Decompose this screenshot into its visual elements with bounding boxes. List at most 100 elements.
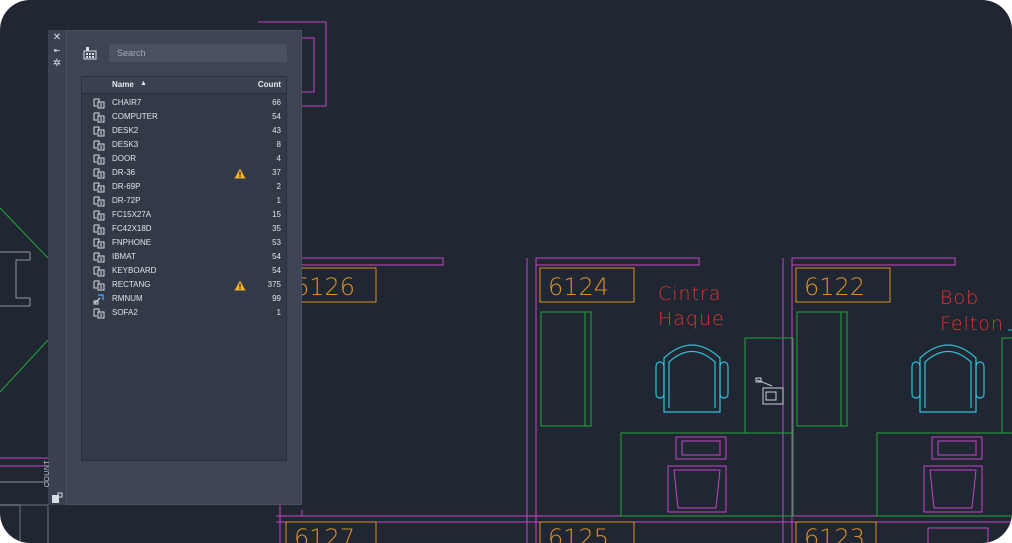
list-item-count: 54 <box>272 112 281 121</box>
palette-title-bar[interactable]: ✕ ⇤ ✲ COUNT <box>44 30 67 505</box>
list-item-count: 15 <box>272 210 281 219</box>
left-partial-walls <box>0 207 49 543</box>
room-walls <box>276 257 1012 543</box>
list-item[interactable]: SOFA2 1 <box>82 305 286 319</box>
block-icon <box>93 138 105 151</box>
column-header-name[interactable]: Name <box>112 80 134 89</box>
list-item-count: 1 <box>276 308 281 317</box>
gear-icon[interactable]: ✲ <box>50 58 64 70</box>
search-input[interactable] <box>109 44 287 62</box>
furniture-6124 <box>540 311 794 517</box>
list-item-name: COMPUTER <box>112 112 158 121</box>
list-item[interactable]: FC42X18D 35 <box>82 221 286 235</box>
warning-icon[interactable] <box>234 166 246 179</box>
phone-6124 <box>755 377 784 405</box>
list-item[interactable]: DR-72P 1 <box>82 193 286 207</box>
list-item-count: 4 <box>276 154 281 163</box>
list-item[interactable]: IBMAT 54 <box>82 249 286 263</box>
block-icon <box>93 306 105 319</box>
list-item[interactable]: DR-36 37 <box>82 165 286 179</box>
room-number-6126: 6126 <box>294 273 355 301</box>
list-item-name: IBMAT <box>112 252 136 261</box>
chair-6122 <box>911 344 985 413</box>
list-item-count: 35 <box>272 224 281 233</box>
attribute-block-icon <box>93 292 105 305</box>
list-item-name: FC15X27A <box>112 210 152 219</box>
list-item-name: DR-72P <box>112 196 141 205</box>
furniture-6122 <box>796 311 1012 517</box>
room-number-6127: 6127 <box>294 524 355 543</box>
list-item-count: 54 <box>272 252 281 261</box>
block-icon <box>93 166 105 179</box>
block-icon <box>93 250 105 263</box>
list-item-name: DR-36 <box>112 168 136 177</box>
close-icon[interactable]: ✕ <box>50 32 64 44</box>
count-palette: Name ▲ Count CHAIR766COMPUTER54DESK243DE… <box>66 30 302 505</box>
list-item-count: 43 <box>272 126 281 135</box>
room-number-6122: 6122 <box>804 273 865 301</box>
list-item-name: DESK3 <box>112 140 139 149</box>
warning-icon[interactable] <box>234 278 246 291</box>
list-item[interactable]: FC15X27A 15 <box>82 207 286 221</box>
room-number-6124: 6124 <box>548 273 609 301</box>
list-item-count: 375 <box>267 280 281 289</box>
occupant-last-name-felton: Felton <box>940 313 1004 335</box>
list-item[interactable]: COMPUTER 54 <box>82 109 286 123</box>
list-item-count: 8 <box>276 140 281 149</box>
sort-ascending-icon[interactable]: ▲ <box>140 80 147 87</box>
list-item-count: 2 <box>276 182 281 191</box>
occupant-last-name-haque: Haque <box>658 308 725 330</box>
list-item-name: RECTANG <box>112 280 151 289</box>
list-item-count: 99 <box>272 294 281 303</box>
chair-6124 <box>655 344 729 413</box>
search-bar <box>81 44 287 62</box>
list-item-name: FNPHONE <box>112 238 152 247</box>
list-item[interactable]: DR-69P 2 <box>82 179 286 193</box>
list-item-name: DR-69P <box>112 182 141 191</box>
list-item-name: CHAIR7 <box>112 98 142 107</box>
drawers-6122 <box>923 436 983 513</box>
block-icon <box>93 264 105 277</box>
room-number-6125: 6125 <box>548 524 609 543</box>
occupant-first-name-bob: Bob <box>940 287 979 309</box>
drawers-6124 <box>667 436 727 513</box>
column-header-count[interactable]: Count <box>258 80 281 89</box>
block-count-list[interactable]: Name ▲ Count CHAIR7 66 COMPUTER 54 DESK2 43 DE… <box>81 76 287 461</box>
list-item-count: 53 <box>272 238 281 247</box>
list-item-count: 1 <box>276 196 281 205</box>
list-item-name: DESK2 <box>112 126 139 135</box>
room-number-6123: 6123 <box>804 524 865 543</box>
list-item[interactable]: RECTANG 375 <box>82 277 286 291</box>
block-icon <box>93 96 105 109</box>
list-item-count: 66 <box>272 98 281 107</box>
list-item-name: KEYBOARD <box>112 266 157 275</box>
block-icon <box>93 180 105 193</box>
palette-title: COUNT <box>44 459 52 488</box>
block-icon <box>93 124 105 137</box>
list-item[interactable]: DESK2 43 <box>82 123 286 137</box>
list-item[interactable]: DOOR 4 <box>82 151 286 165</box>
list-item-name: FC42X18D <box>112 224 152 233</box>
block-icon <box>93 152 105 165</box>
list-item[interactable]: KEYBOARD 54 <box>82 263 286 277</box>
occupant-first-name-cintra: Cintra <box>658 283 722 305</box>
block-library-icon[interactable] <box>83 46 97 60</box>
list-item-count: 54 <box>272 266 281 275</box>
list-item-name: RMNUM <box>112 294 143 303</box>
palette-properties-icon[interactable] <box>50 492 64 504</box>
list-item[interactable]: DESK3 8 <box>82 137 286 151</box>
list-item-count: 37 <box>272 168 281 177</box>
list-item[interactable]: CHAIR7 66 <box>82 95 286 109</box>
block-icon <box>93 278 105 291</box>
block-icon <box>93 110 105 123</box>
collapse-icon[interactable]: ⇤ <box>50 45 64 57</box>
block-icon <box>93 208 105 221</box>
block-icon <box>93 236 105 249</box>
block-icon <box>93 222 105 235</box>
list-item[interactable]: FNPHONE 53 <box>82 235 286 249</box>
room-tags <box>285 267 891 543</box>
list-item[interactable]: RMNUM 99 <box>82 291 286 305</box>
application-window: 6126 6124 6122 6127 6125 6123 Cintra Haq… <box>0 0 1012 543</box>
block-icon <box>93 194 105 207</box>
list-item-name: SOFA2 <box>112 308 138 317</box>
